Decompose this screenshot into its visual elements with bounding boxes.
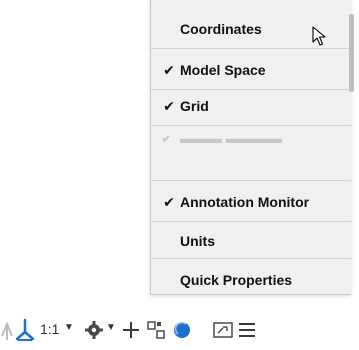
faded-menu-item: ✔ ▬▬▬ ▬▬▬▬ <box>161 136 282 146</box>
menu-item-model-space[interactable]: ✔ Model Space <box>151 52 351 88</box>
menu-item-label: Coordinates <box>180 21 262 37</box>
menu-item-units[interactable]: Units <box>151 223 351 259</box>
menu-scrollbar[interactable] <box>349 14 354 92</box>
checkmark-icon: ✔ <box>163 62 175 78</box>
customize-menu-icon[interactable] <box>237 310 257 350</box>
annotate-add-icon[interactable] <box>122 310 140 350</box>
workspace-gear-icon[interactable] <box>84 310 104 350</box>
menu-separator <box>151 48 351 49</box>
menu-item-label: Model Space <box>180 62 266 78</box>
menu-item-label: Annotation Monitor <box>180 194 310 210</box>
menu-separator <box>151 125 351 126</box>
annotation-scale-value: 1:1 <box>40 321 60 337</box>
mouse-cursor-icon <box>312 26 328 48</box>
chevron-down-icon: ▼ <box>64 322 74 333</box>
menu-item-label: Quick Properties <box>180 272 293 288</box>
annotation-scale-icon[interactable] <box>14 310 36 350</box>
menu-separator <box>151 221 351 222</box>
menu-item-grid[interactable]: ✔ Grid <box>151 88 351 124</box>
checkmark-icon: ✔ <box>163 194 175 210</box>
annotation-scale-dropdown[interactable]: 1:1 ▼ <box>40 310 76 350</box>
menu-separator <box>151 258 351 259</box>
chevron-down-icon[interactable]: ▼ <box>105 310 117 350</box>
isolate-objects-icon[interactable] <box>171 310 193 350</box>
menu-item-label: Grid <box>180 98 209 114</box>
checkmark-icon: ✔ <box>163 98 175 114</box>
menu-item-label: Units <box>180 233 215 249</box>
fullscreen-icon[interactable] <box>212 310 234 350</box>
stage: Coordinates ✔ Model Space ✔ Grid ✔ ▬▬▬ ▬… <box>0 0 359 350</box>
status-bar: 1:1 ▼ ▼ <box>0 310 359 350</box>
menu-item-quick-properties[interactable]: Quick Properties <box>151 262 351 298</box>
selection-filter-icon[interactable] <box>146 310 166 350</box>
select-cycling-icon[interactable] <box>0 310 14 350</box>
menu-item-annotation-monitor[interactable]: ✔ Annotation Monitor <box>151 184 351 220</box>
menu-separator <box>151 180 351 181</box>
